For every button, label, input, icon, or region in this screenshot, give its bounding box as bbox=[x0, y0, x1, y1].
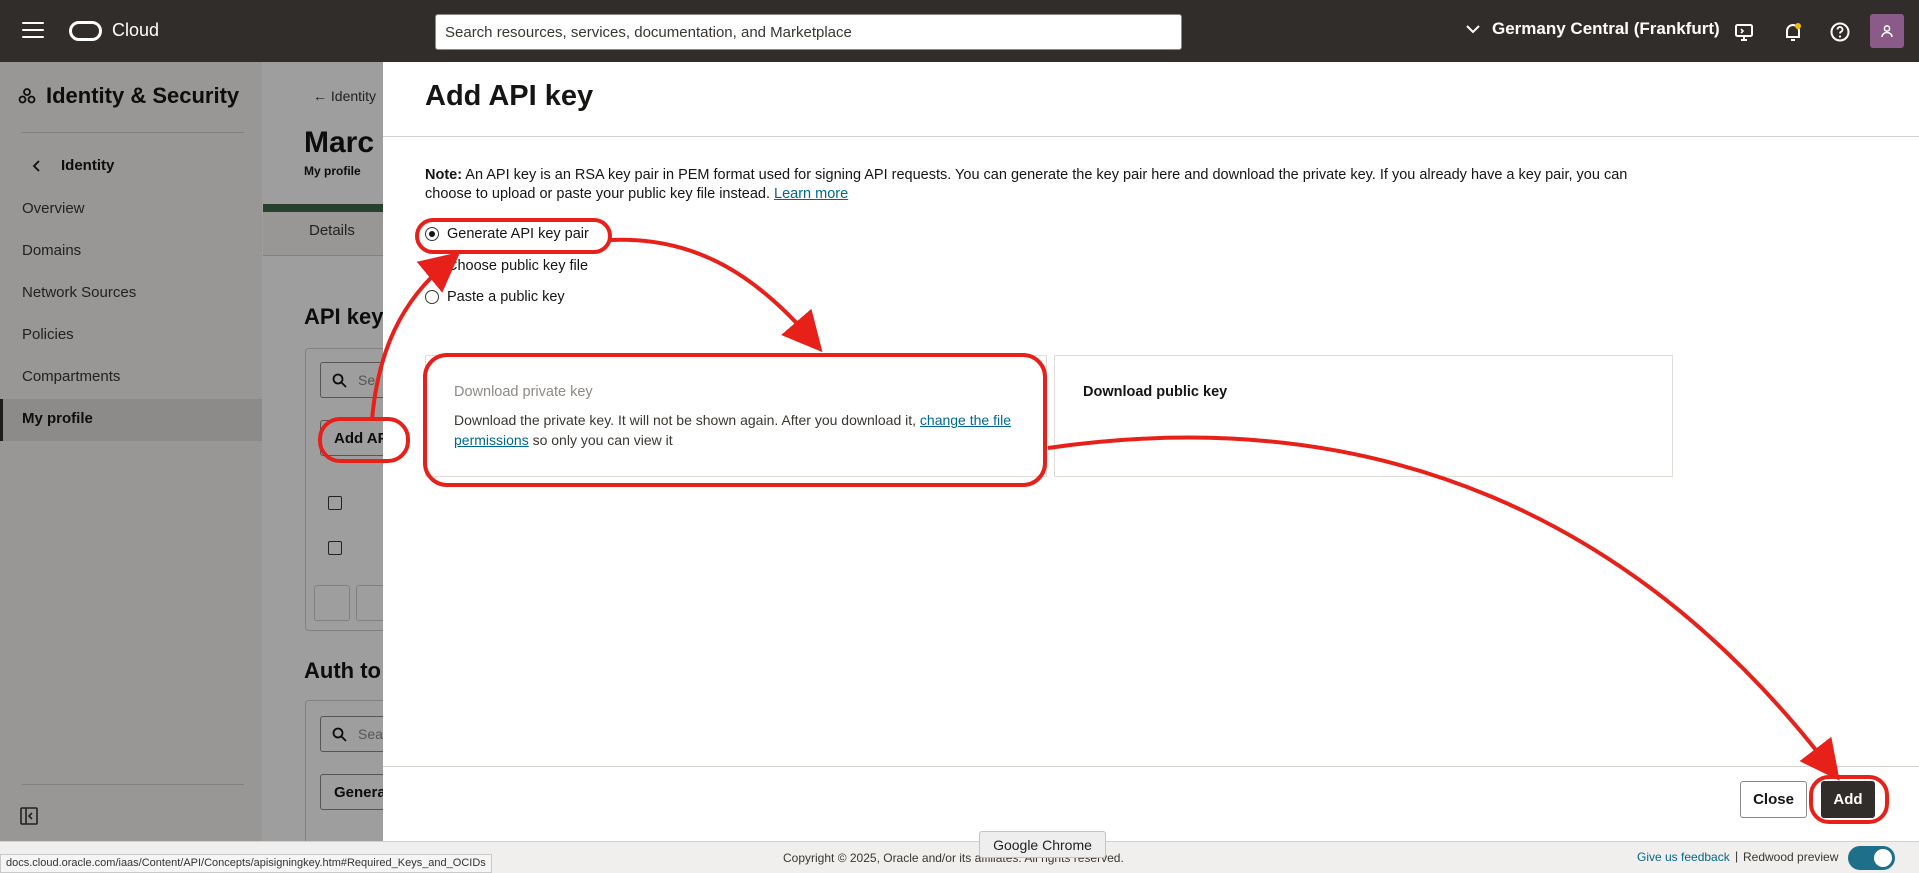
note-label: Note: bbox=[425, 167, 463, 183]
radio-label: Generate API key pair bbox=[447, 226, 589, 242]
redwood-preview-label: Redwood preview bbox=[1743, 850, 1839, 864]
note-text: Note: An API key is an RSA key pair in P… bbox=[425, 166, 1665, 204]
drawer-footer-divider bbox=[383, 766, 1919, 767]
region-selector[interactable]: Germany Central (Frankfurt) bbox=[1466, 19, 1720, 39]
download-public-key-card[interactable]: Download public key bbox=[1054, 355, 1673, 477]
footer-separator: | bbox=[1735, 849, 1739, 863]
give-feedback-link[interactable]: Give us feedback bbox=[1637, 850, 1730, 864]
redwood-preview-toggle[interactable] bbox=[1848, 846, 1895, 870]
radio-generate-api-key-pair[interactable]: Generate API key pair bbox=[425, 226, 589, 242]
cloud-shell-icon[interactable] bbox=[1733, 21, 1755, 43]
help-icon[interactable] bbox=[1829, 21, 1851, 43]
download-public-key-title: Download public key bbox=[1083, 384, 1228, 400]
region-label: Germany Central (Frankfurt) bbox=[1492, 19, 1720, 38]
download-private-key-title: Download private key bbox=[454, 384, 593, 400]
radio-button[interactable] bbox=[425, 290, 439, 304]
download-private-key-card[interactable]: Download private key Download the privat… bbox=[425, 355, 1047, 477]
close-button[interactable]: Close bbox=[1740, 781, 1807, 818]
hamburger-menu-icon[interactable] bbox=[22, 22, 44, 40]
radio-button[interactable] bbox=[425, 259, 439, 273]
learn-more-link[interactable]: Learn more bbox=[774, 186, 848, 202]
radio-label: Choose public key file bbox=[447, 258, 589, 274]
drawer-header-divider bbox=[383, 136, 1919, 137]
add-button[interactable]: Add bbox=[1821, 781, 1875, 818]
radio-choose-public-key-file[interactable]: Choose public key file bbox=[425, 258, 588, 274]
notifications-bell-icon[interactable] bbox=[1782, 21, 1804, 43]
radio-paste-public-key[interactable]: Paste a public key bbox=[425, 289, 565, 305]
download-private-key-description: Download the private key. It will not be… bbox=[454, 412, 1011, 448]
global-search-input[interactable]: Search resources, services, documentatio… bbox=[435, 14, 1182, 50]
radio-label: Paste a public key bbox=[447, 289, 565, 305]
browser-tooltip: Google Chrome bbox=[979, 831, 1106, 858]
user-avatar[interactable] bbox=[1870, 14, 1904, 48]
oracle-logo-icon[interactable] bbox=[69, 21, 102, 41]
note-body: An API key is an RSA key pair in PEM for… bbox=[425, 167, 1628, 202]
modal-scrim[interactable] bbox=[0, 62, 383, 849]
top-navigation-bar: Cloud Search resources, services, docume… bbox=[0, 0, 1919, 62]
drawer-title: Add API key bbox=[425, 80, 594, 112]
radio-button-checked[interactable] bbox=[425, 227, 439, 241]
browser-status-url: docs.cloud.oracle.com/iaas/Content/API/C… bbox=[0, 854, 492, 873]
chevron-down-icon bbox=[1466, 25, 1480, 34]
brand-label[interactable]: Cloud bbox=[112, 20, 159, 41]
user-icon bbox=[1881, 25, 1893, 38]
